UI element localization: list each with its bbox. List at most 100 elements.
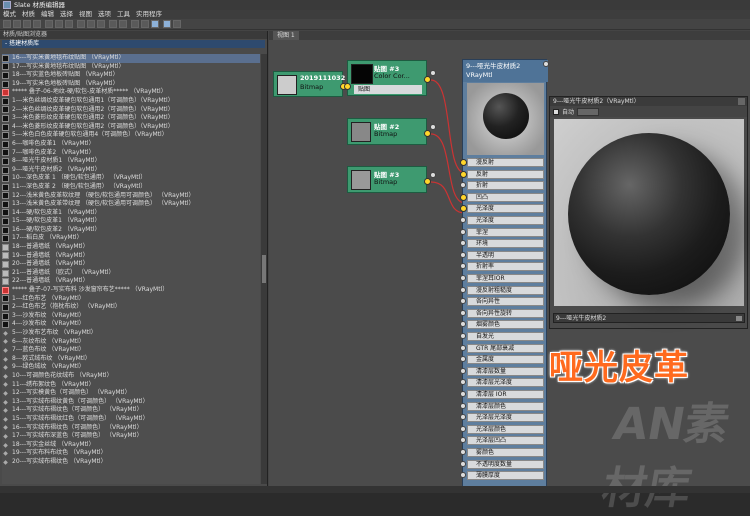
material-slot[interactable]: 光泽层颜色 xyxy=(467,424,544,434)
list-item[interactable]: 7---咖啡色皮革2 （VRayMtl） xyxy=(2,149,260,158)
toolbar-button-7[interactable] xyxy=(77,20,85,28)
list-item[interactable]: 17---写实米黄地毯布纹贴图 （VRayMtl） xyxy=(2,63,260,72)
slot-socket[interactable] xyxy=(460,402,466,409)
list-item[interactable]: ◆ 20---写实绒布褶纹色 （VRayMtl） xyxy=(2,458,260,467)
material-slot[interactable]: 清漆层颜色 xyxy=(467,401,544,411)
menu-item-4[interactable]: 视图 xyxy=(79,10,92,19)
material-slot[interactable]: 金属度 xyxy=(467,355,544,365)
material-slot[interactable]: 清漆层光泽度 xyxy=(467,378,544,388)
slot-socket[interactable] xyxy=(460,437,466,444)
slot-socket[interactable] xyxy=(460,333,466,339)
list-item[interactable]: ◆ 7---蓝色布纹 （VRayMtl） xyxy=(2,346,260,355)
list-item[interactable]: ◆ 11---绣布絮纹色 （VRayMtl） xyxy=(2,381,260,390)
list-item[interactable]: 3---米色菱形纹皮革硬包软包通用2（可调颜色）（VRayMtl） xyxy=(2,114,260,123)
menu-item-3[interactable]: 选择 xyxy=(60,10,73,19)
slot-socket[interactable] xyxy=(460,321,466,328)
slot-socket[interactable] xyxy=(460,193,467,201)
list-item[interactable]: ◆ 15---写实绒布褶纹红色（可调颜色） （VRayMtl） xyxy=(2,415,260,424)
list-item[interactable]: ◆ 19---写实布料布纹色 （VRayMtl） xyxy=(2,449,260,458)
list-item[interactable]: 2---米色丝绸纹皮革硬包软包通用2（可调颜色）（VRayMtl） xyxy=(2,106,260,115)
list-item[interactable]: 6---咖啡色皮革1 （VRayMtl） xyxy=(2,140,260,149)
list-item[interactable]: 22---普通墙纸 （VRayMtl） xyxy=(2,277,260,286)
list-item[interactable]: ◆ 6---灰纹布纹 （VRayMtl） xyxy=(2,338,260,347)
slot-socket[interactable] xyxy=(460,414,466,421)
toolbar-button-5[interactable] xyxy=(55,20,63,28)
toolbar-button-13[interactable] xyxy=(141,20,149,28)
slot-socket[interactable] xyxy=(460,263,466,270)
output-socket[interactable] xyxy=(424,76,431,83)
list-item[interactable]: ◆ 12---写实模黄色（可调颜色） （VRayMtl） xyxy=(2,389,260,398)
slot-socket[interactable] xyxy=(460,251,466,258)
list-item[interactable]: 14---硬/软包皮革1 （VRayMtl） xyxy=(2,209,260,218)
list-item[interactable]: 18---写实蓝色地板砖贴图 （VRayMtl） xyxy=(2,71,260,80)
material-slot[interactable]: 凹凸 xyxy=(467,192,544,202)
list-item[interactable]: ◆ 5---沙发布艺布纹 （VRayMtl） xyxy=(2,329,260,338)
toolbar-button-10[interactable] xyxy=(109,20,117,28)
material-preview-window[interactable]: 9---哑光牛皮材质2（VRayMtl） 自动 9---哑光牛皮材质2 xyxy=(549,96,748,329)
list-item[interactable]: ***** 叠子-07-写实布料 沙发窗帘布艺***** （VRayMtl） xyxy=(2,286,260,295)
list-item[interactable]: 4---沙发布纹 （VRayMtl） xyxy=(2,320,260,329)
update-button[interactable] xyxy=(577,107,600,116)
material-slot[interactable]: 不透明度数量 xyxy=(467,459,544,469)
toolbar-button-15[interactable] xyxy=(163,20,171,28)
scrollbar-thumb[interactable] xyxy=(262,255,266,283)
toolbar-button-3[interactable] xyxy=(33,20,41,28)
auto-checkbox[interactable] xyxy=(553,108,559,115)
slot-socket[interactable] xyxy=(460,205,467,213)
list-item[interactable]: 13---浅米黄色皮革带纹理 （硬包/软包通用可调颜色） （VRayMtl） xyxy=(2,200,260,209)
material-slot[interactable]: 光泽层凹凸 xyxy=(467,436,544,446)
material-slot[interactable]: 反射 xyxy=(467,169,544,179)
list-item[interactable]: 2---红色布艺（抱枕布纹） （VRayMtl） xyxy=(2,303,260,312)
menu-item-5[interactable]: 选项 xyxy=(98,10,111,19)
toolbar-button-6[interactable] xyxy=(65,20,73,28)
material-slot[interactable]: 折射率 xyxy=(467,262,544,272)
slot-socket[interactable] xyxy=(460,356,466,363)
list-item[interactable]: 8---哑光牛皮材质1 （VRayMtl） xyxy=(2,157,260,166)
slot-socket[interactable] xyxy=(460,298,466,305)
list-item[interactable]: ***** 叠子-06-地纹-硬/软包-皮革材质***** （VRayMtl） xyxy=(2,88,260,97)
toolbar-button-4[interactable] xyxy=(45,20,53,28)
list-item[interactable]: 12---浅米黄色皮革软纹理 （硬包/软包通用可调颜色） （VRayMtl） xyxy=(2,192,260,201)
slot-socket[interactable] xyxy=(460,367,466,374)
toolbar-button-1[interactable] xyxy=(13,20,21,28)
toolbar-button-8[interactable] xyxy=(87,20,95,28)
slot-socket[interactable] xyxy=(460,228,466,235)
material-slot[interactable]: 清漆层数量 xyxy=(467,366,544,376)
list-item[interactable]: 10---深色皮革 1 （硬包/软包通用） （VRayMtl） xyxy=(2,174,260,183)
list-item[interactable]: 1---米色丝绸纹皮革硬包软包通用1（可调颜色）（VRayMtl） xyxy=(2,97,260,106)
slot-socket[interactable] xyxy=(460,449,466,455)
material-slot[interactable]: 各向异性旋转 xyxy=(467,308,544,318)
toolbar-button-11[interactable] xyxy=(119,20,127,28)
list-item[interactable]: 15---硬/软包皮革1 （VRayMtl） xyxy=(2,217,260,226)
list-item[interactable]: ◆ 16---写实绒布褶纹色（可调颜色） （VRayMtl） xyxy=(2,424,260,433)
close-icon[interactable] xyxy=(738,98,745,105)
output-socket[interactable] xyxy=(424,178,431,185)
toolbar-button-0[interactable] xyxy=(3,20,11,28)
material-slot[interactable]: 光泽度 xyxy=(467,204,544,214)
list-item[interactable]: 11---深色皮革 2 （硬包/软包通用） （VRayMtl） xyxy=(2,183,260,192)
material-slot[interactable]: 半透明 xyxy=(467,250,544,260)
menu-item-6[interactable]: 工具 xyxy=(117,10,130,19)
slot-socket[interactable] xyxy=(460,309,466,316)
list-item[interactable]: 5---米色白色皮革硬包软包通用4（可调颜色）（VRayMtl） xyxy=(2,131,260,140)
material-slot[interactable]: 各向异性 xyxy=(467,297,544,307)
slot-socket[interactable] xyxy=(460,240,466,247)
material-slot[interactable]: 光泽度 xyxy=(467,216,544,225)
list-item[interactable]: 16---写实米黄地毯布纹贴图 （VRayMtl） xyxy=(2,54,260,63)
material-slot[interactable]: 漫反射 xyxy=(467,158,544,167)
material-slot[interactable]: 环境 xyxy=(467,239,544,249)
slot-socket[interactable] xyxy=(460,217,466,223)
list-item[interactable]: ◆ 9---绿色绒纹 （VRayMtl） xyxy=(2,363,260,372)
slot-socket[interactable] xyxy=(460,159,467,166)
slot-socket[interactable] xyxy=(460,425,466,432)
material-slot[interactable]: 清漆层 IOR xyxy=(467,390,544,399)
list-item[interactable]: 18---普通墙纸 （VRayMtl） xyxy=(2,243,260,252)
toolbar-button-14[interactable] xyxy=(151,20,159,28)
list-item[interactable]: 17---稻白皮 （VRayMtl） xyxy=(2,234,260,243)
material-slot[interactable]: 雾颜色 xyxy=(467,448,544,457)
list-item[interactable]: 1---红色布艺 （VRayMtl） xyxy=(2,295,260,304)
toolbar-button-12[interactable] xyxy=(131,20,139,28)
toolbar-button-16[interactable] xyxy=(173,20,181,28)
list-item[interactable]: ◆ 14---写实绒布褶纹色（可调颜色） （VRayMtl） xyxy=(2,406,260,415)
slot-socket[interactable] xyxy=(460,286,466,293)
